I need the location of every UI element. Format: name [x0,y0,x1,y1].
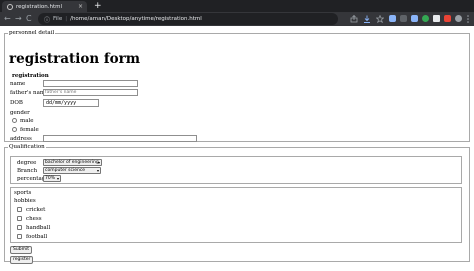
hobbies-label: hobbies [14,198,36,204]
address-bar[interactable]: ⓘ File | /home/aman/Desktop/anytime/regi… [38,13,338,25]
percentage-selected-value: 70% [45,176,56,181]
name-input[interactable] [43,80,138,87]
dob-date-input[interactable]: dd/mm/yyyy [43,99,99,107]
gender-male-radio[interactable] [12,118,17,123]
register-button[interactable]: register [10,256,34,264]
hobby-football-label: football [26,234,48,240]
reload-button[interactable]: C [26,13,32,25]
address-label: address [10,136,32,142]
extension-icon[interactable] [422,15,429,22]
profile-avatar-icon[interactable] [455,15,462,22]
forward-button[interactable]: → [15,13,22,25]
globe-icon [7,3,13,10]
qualification-legend: Qualification [9,144,45,150]
branch-label: Branch [17,168,38,174]
address-input[interactable] [43,135,197,142]
degree-label: degree [17,160,37,166]
url-text[interactable]: /home/aman/Desktop/anytime/registration.… [70,16,202,22]
chevron-down-icon: ▾ [96,168,99,173]
chevron-down-icon: ▾ [56,176,59,181]
new-tab-button[interactable]: + [94,1,102,11]
gender-female-label: female [20,127,39,133]
extension-icon[interactable] [444,15,451,22]
browser-tab[interactable]: registration.html × [2,1,87,12]
gender-male-label: male [20,118,34,124]
url-scheme: File [53,16,63,22]
father-name-input[interactable]: father's name [43,89,138,96]
sports-label: sports [14,190,32,196]
gender-label: gender [10,110,30,116]
page-title: registration form [9,51,141,67]
bookmark-star-icon[interactable] [376,15,384,23]
personnel-legend: personnel detail [9,30,55,36]
hobby-handball-label: handball [26,225,51,231]
dob-label: DOB [10,100,23,106]
sports-fieldset: sports hobbies cricket chess handball fo… [10,187,462,243]
submit-button[interactable]: Submit [10,246,32,254]
hobby-cricket-checkbox[interactable] [17,207,22,212]
extension-icon[interactable] [389,15,396,22]
branch-select[interactable]: computer science ▾ [43,167,101,174]
menu-dots-icon[interactable] [466,15,470,23]
degree-selected-value: bachelor of engineering [45,160,99,165]
registration-heading: registration [12,73,49,79]
back-button[interactable]: ← [4,13,11,25]
browser-toolbar: ← → C ⓘ File | /home/aman/Desktop/anytim… [0,12,474,26]
hobby-cricket-label: cricket [26,207,46,213]
share-icon[interactable] [350,15,358,23]
extension-icon[interactable] [400,15,407,22]
name-label: name [10,81,26,87]
extension-icon[interactable] [411,15,418,22]
browser-tab-bar: registration.html × + [0,0,474,12]
personnel-detail-fieldset: personnel detail registration form regis… [4,30,470,142]
branch-selected-value: computer science [45,168,86,173]
download-icon[interactable] [363,15,371,23]
tab-title: registration.html [16,3,63,10]
degree-select[interactable]: bachelor of engineering ▾ [43,159,102,166]
degree-fieldset: degree bachelor of engineering ▾ Branch … [10,156,462,184]
hobby-football-checkbox[interactable] [17,234,22,239]
hobby-chess-checkbox[interactable] [17,216,22,221]
url-separator: | [65,16,68,22]
hobby-chess-label: chess [26,216,42,222]
percentage-select[interactable]: 70% ▾ [43,175,61,182]
qualification-fieldset: Qualification degree bachelor of enginee… [4,144,470,264]
extension-icon[interactable] [433,15,440,22]
close-tab-icon[interactable]: × [78,3,83,10]
hobby-handball-checkbox[interactable] [17,225,22,230]
info-icon[interactable]: ⓘ [44,15,50,24]
gender-female-radio[interactable] [12,127,17,132]
chevron-down-icon: ▾ [97,160,100,165]
